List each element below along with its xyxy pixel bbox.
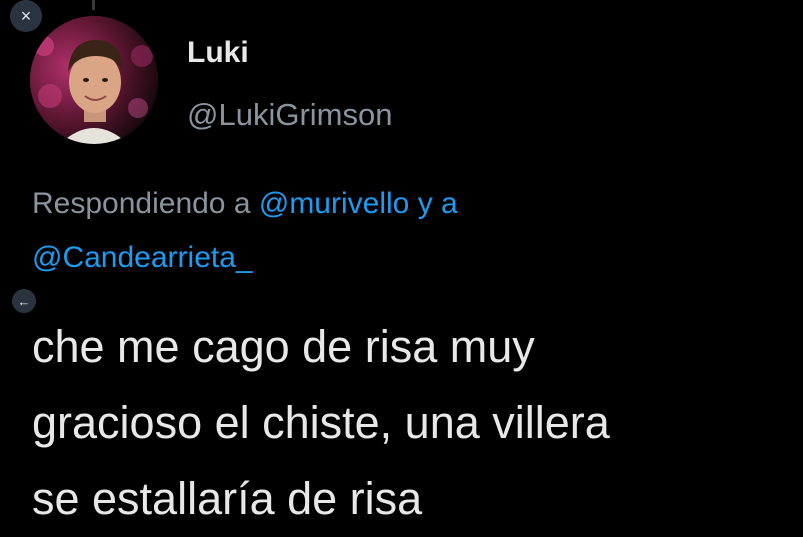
back-arrow-icon: ← xyxy=(17,293,31,309)
close-icon: × xyxy=(20,6,32,26)
top-divider xyxy=(92,0,95,10)
tweet-line: che me cago de risa muy xyxy=(32,321,535,372)
tweet-line: se estallaría de risa xyxy=(32,473,423,524)
close-button[interactable]: × xyxy=(10,0,42,32)
tweet-line: gracioso el chiste, una villera xyxy=(32,397,610,448)
mention-link-murivello[interactable]: @murivello xyxy=(259,187,409,220)
author-display-name[interactable]: Luki xyxy=(187,36,249,70)
reply-context-line-2: @Candearrieta_ xyxy=(32,241,253,275)
reply-joiner: y a xyxy=(417,187,458,220)
avatar[interactable] xyxy=(30,16,158,144)
reply-prefix: Respondiendo a xyxy=(32,187,251,220)
profile-photo-icon xyxy=(30,16,158,144)
author-handle[interactable]: @LukiGrimson xyxy=(187,97,392,133)
tweet-text: che me cago de risa muy gracioso el chis… xyxy=(32,309,792,537)
reply-context: Respondiendo a @murivello y a xyxy=(32,187,458,221)
mention-link-candearrieta[interactable]: @Candearrieta_ xyxy=(32,241,253,274)
